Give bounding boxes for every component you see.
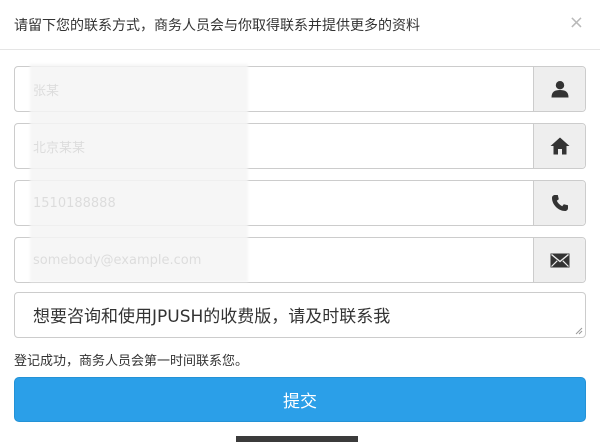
resize-grip-icon[interactable]: [575, 327, 583, 335]
phone-field-group: [14, 180, 586, 226]
success-message: 登记成功，商务人员会第一时间联系您。: [14, 354, 249, 369]
message-textarea[interactable]: 想要咨询和使用JPUSH的收费版，请及时联系我: [15, 293, 585, 337]
modal-title: 请留下您的联系方式，商务人员会与你取得联系并提供更多的资料: [14, 18, 420, 34]
email-field-group: [14, 237, 586, 283]
message-field: 想要咨询和使用JPUSH的收费版，请及时联系我: [14, 292, 586, 338]
envelope-icon: [550, 253, 569, 267]
close-button[interactable]: ×: [569, 14, 584, 32]
email-input[interactable]: [15, 238, 535, 282]
name-addon: [533, 67, 585, 111]
home-icon: [550, 137, 569, 155]
phone-icon: [551, 195, 568, 211]
contact-modal: 请留下您的联系方式，商务人员会与你取得联系并提供更多的资料 × 张某 北京某某 …: [0, 0, 600, 442]
name-field-group: [14, 66, 586, 112]
modal-header: 请留下您的联系方式，商务人员会与你取得联系并提供更多的资料 ×: [0, 0, 600, 50]
company-input[interactable]: [15, 124, 535, 168]
bottom-edge-bar: [236, 436, 358, 442]
email-addon: [533, 238, 585, 282]
phone-addon: [533, 181, 585, 225]
submit-button[interactable]: 提交: [14, 377, 586, 422]
name-input[interactable]: [15, 67, 535, 111]
phone-input[interactable]: [15, 181, 535, 225]
company-field-group: [14, 123, 586, 169]
user-icon: [551, 81, 568, 98]
company-addon: [533, 124, 585, 168]
